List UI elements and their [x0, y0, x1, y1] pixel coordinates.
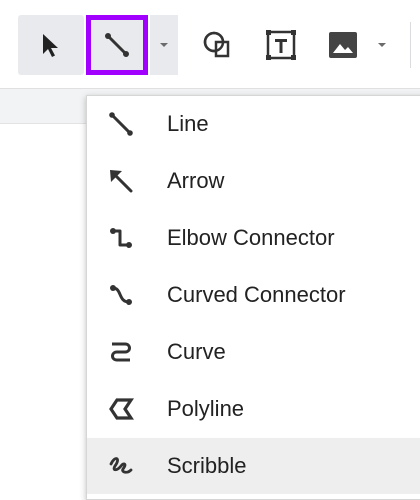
curved-connector-icon — [107, 281, 135, 309]
toolbar-divider — [410, 22, 411, 68]
chevron-down-icon — [378, 43, 386, 47]
arrow-icon — [107, 167, 135, 195]
menu-item-line[interactable]: Line — [87, 96, 420, 152]
menu-item-label: Scribble — [167, 453, 247, 478]
line-type-menu: Line Arrow Elbow Connector Curved Connec… — [86, 95, 420, 500]
image-tool-button[interactable] — [318, 20, 368, 70]
curve-icon — [107, 338, 135, 366]
scribble-icon — [107, 452, 135, 480]
cursor-arrow-icon — [43, 34, 58, 57]
line-icon — [105, 33, 129, 57]
textbox-icon — [266, 30, 296, 60]
menu-item-curve[interactable]: Curve — [87, 324, 420, 380]
menu-item-label: Polyline — [167, 396, 245, 421]
image-tool-dropdown-button[interactable] — [370, 20, 394, 70]
polyline-icon — [107, 395, 135, 423]
menu-item-arrow[interactable]: Arrow — [87, 153, 420, 209]
menu-item-label: Curved Connector — [167, 282, 346, 307]
menu-item-label: Elbow Connector — [167, 225, 335, 250]
chevron-down-icon — [160, 43, 168, 47]
select-tool-button[interactable] — [18, 15, 84, 75]
image-icon — [329, 32, 357, 58]
menu-item-polyline[interactable]: Polyline — [87, 381, 420, 437]
menu-item-label: Arrow — [167, 168, 225, 193]
menu-item-scribble[interactable]: Scribble — [87, 438, 420, 494]
menu-item-curved-connector[interactable]: Curved Connector — [87, 267, 420, 323]
line-icon — [107, 110, 135, 138]
menu-item-elbow-connector[interactable]: Elbow Connector — [87, 210, 420, 266]
line-tool-dropdown-button[interactable] — [150, 15, 178, 75]
textbox-tool-button[interactable] — [258, 20, 304, 70]
menu-item-label: Line — [167, 111, 209, 136]
line-tool-button[interactable] — [86, 15, 148, 75]
shape-tool-button[interactable] — [194, 20, 240, 70]
elbow-connector-icon — [107, 224, 135, 252]
toolbar — [0, 0, 420, 88]
menu-item-label: Curve — [167, 339, 226, 364]
shape-icon — [203, 31, 230, 58]
drawing-app-window: Line Arrow Elbow Connector Curved Connec… — [0, 0, 420, 500]
